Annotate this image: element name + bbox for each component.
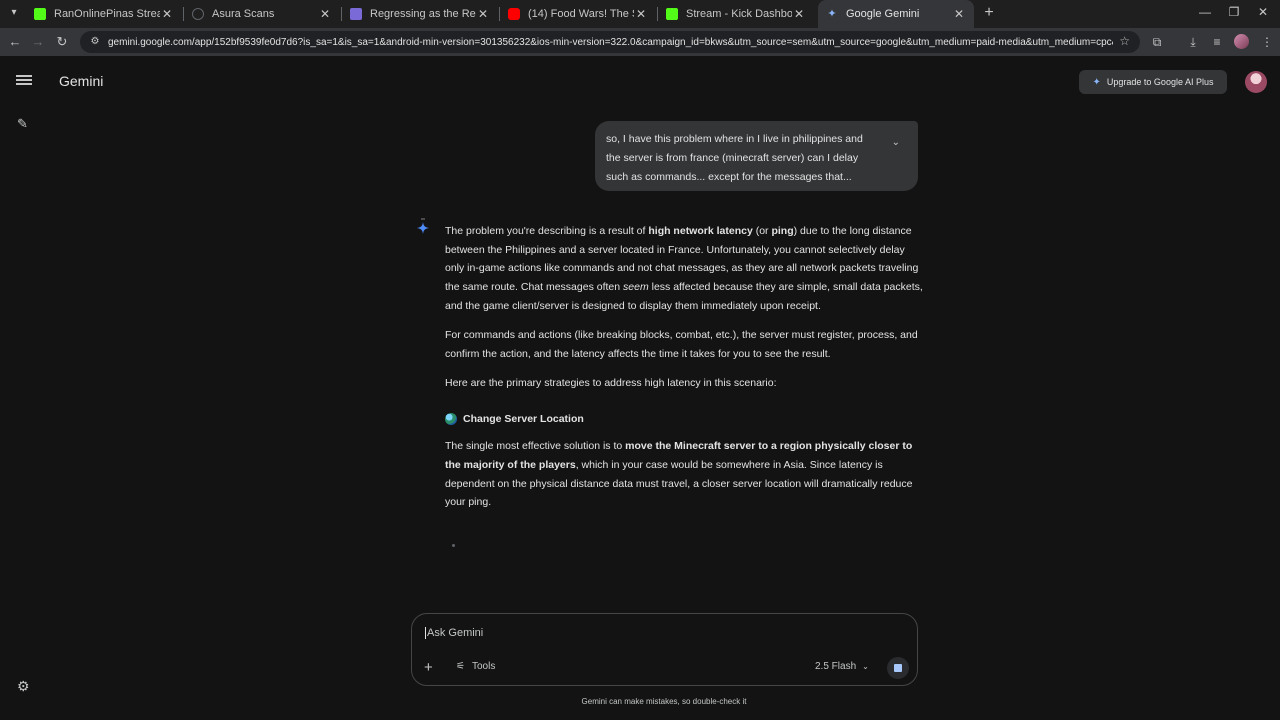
tools-icon: ⚟ (456, 661, 465, 672)
add-attachment-icon[interactable]: + (424, 659, 433, 676)
close-tab-icon[interactable]: ✕ (476, 7, 490, 21)
sparkle-icon: ✦ (1092, 76, 1101, 88)
expand-chevron-icon[interactable]: ⌄ (892, 134, 900, 153)
model-selector[interactable]: 2.5 Flash ⌄ (815, 661, 869, 672)
tab-youtube-food-wars[interactable]: (14) Food Wars! The Second Pl ✕ (500, 0, 656, 28)
loading-indicator (452, 544, 455, 547)
prompt-input[interactable]: Ask Gemini (425, 627, 483, 639)
upgrade-button[interactable]: ✦ Upgrade to Google AI Plus (1079, 70, 1227, 94)
browser-profile-avatar[interactable] (1234, 34, 1249, 49)
close-tab-icon[interactable]: ✕ (792, 7, 806, 21)
tab-search-icon[interactable]: ▾ (6, 5, 22, 21)
manga-favicon-icon (350, 8, 362, 20)
kick-favicon-icon (666, 8, 678, 20)
main-menu-icon[interactable] (16, 73, 32, 89)
tools-button[interactable]: ⚟ Tools (456, 661, 495, 672)
tab-regressing[interactable]: Regressing as the Reincarnated ✕ (342, 0, 498, 28)
response-paragraph: The problem you're describing is a resul… (445, 225, 923, 312)
prompt-box: Ask Gemini + ⚟ Tools 2.5 Flash ⌄ (411, 613, 918, 686)
user-message-text: so, I have this problem where in I live … (606, 133, 863, 183)
browser-toolbar: ← → ↻ ⚙ gemini.google.com/app/152bf9539f… (0, 28, 1280, 56)
close-tab-icon[interactable]: ✕ (160, 7, 174, 21)
settings-icon[interactable]: ⚙ (17, 679, 31, 693)
app-title: Gemini (59, 73, 104, 89)
tab-asura-scans[interactable]: Asura Scans ✕ (184, 0, 340, 28)
youtube-favicon-icon (508, 8, 520, 20)
browser-menu-icon[interactable]: ⋮ (1258, 33, 1276, 51)
close-tab-icon[interactable]: ✕ (318, 7, 332, 21)
bookmark-star-icon[interactable]: ☆ (1119, 34, 1130, 48)
new-tab-icon[interactable]: + (980, 4, 998, 22)
maximize-icon[interactable]: ❐ (1227, 5, 1241, 19)
minimize-icon[interactable]: — (1198, 5, 1212, 19)
reload-icon[interactable]: ↻ (53, 33, 71, 51)
site-info-icon[interactable]: ⚙ (88, 35, 102, 49)
forward-icon[interactable]: → (29, 33, 47, 51)
user-message-bubble: so, I have this problem where in I live … (595, 121, 918, 191)
tab-ranonlinepinas[interactable]: RanOnlinePinas Stream - Watch ✕ (26, 0, 182, 28)
user-avatar[interactable] (1245, 71, 1267, 93)
tab-groups-icon[interactable]: ≡ (1208, 33, 1226, 51)
kick-favicon-icon (34, 8, 46, 20)
disclaimer: Gemini can make mistakes, so double-chec… (581, 697, 747, 706)
gemini-favicon-icon: ✦ (827, 8, 837, 20)
globe-icon (445, 412, 457, 425)
close-tab-icon[interactable]: ✕ (634, 7, 648, 21)
tab-kick-dashboard[interactable]: Stream - Kick Dashboard ✕ (658, 0, 814, 28)
gemini-response: The problem you're describing is a resul… (445, 222, 923, 523)
address-bar[interactable]: ⚙ gemini.google.com/app/152bf9539fe0d7d6… (80, 31, 1140, 53)
asura-favicon-icon (192, 8, 204, 20)
response-paragraph: For commands and actions (like breaking … (445, 329, 918, 360)
response-paragraph: Here are the primary strategies to addre… (445, 376, 777, 389)
tab-google-gemini[interactable]: ✦ Google Gemini ✕ (818, 0, 974, 28)
extensions-icon[interactable]: ⧉ (1148, 33, 1166, 51)
response-paragraph: The single most effective solution is to… (445, 440, 913, 509)
back-icon[interactable]: ← (6, 33, 24, 51)
chevron-down-icon: ⌄ (862, 662, 869, 671)
new-chat-icon[interactable]: ✎ (17, 117, 31, 131)
stop-button[interactable] (887, 657, 909, 679)
section-heading: Change Server Location (445, 410, 923, 429)
browser-tab-strip: ▾ RanOnlinePinas Stream - Watch ✕ Asura … (0, 0, 1280, 28)
download-icon[interactable]: ⤓ (1184, 33, 1202, 51)
close-window-icon[interactable]: ✕ (1256, 5, 1270, 19)
gemini-spark-icon (417, 218, 429, 234)
stop-icon (894, 664, 902, 672)
close-tab-icon[interactable]: ✕ (952, 7, 966, 21)
